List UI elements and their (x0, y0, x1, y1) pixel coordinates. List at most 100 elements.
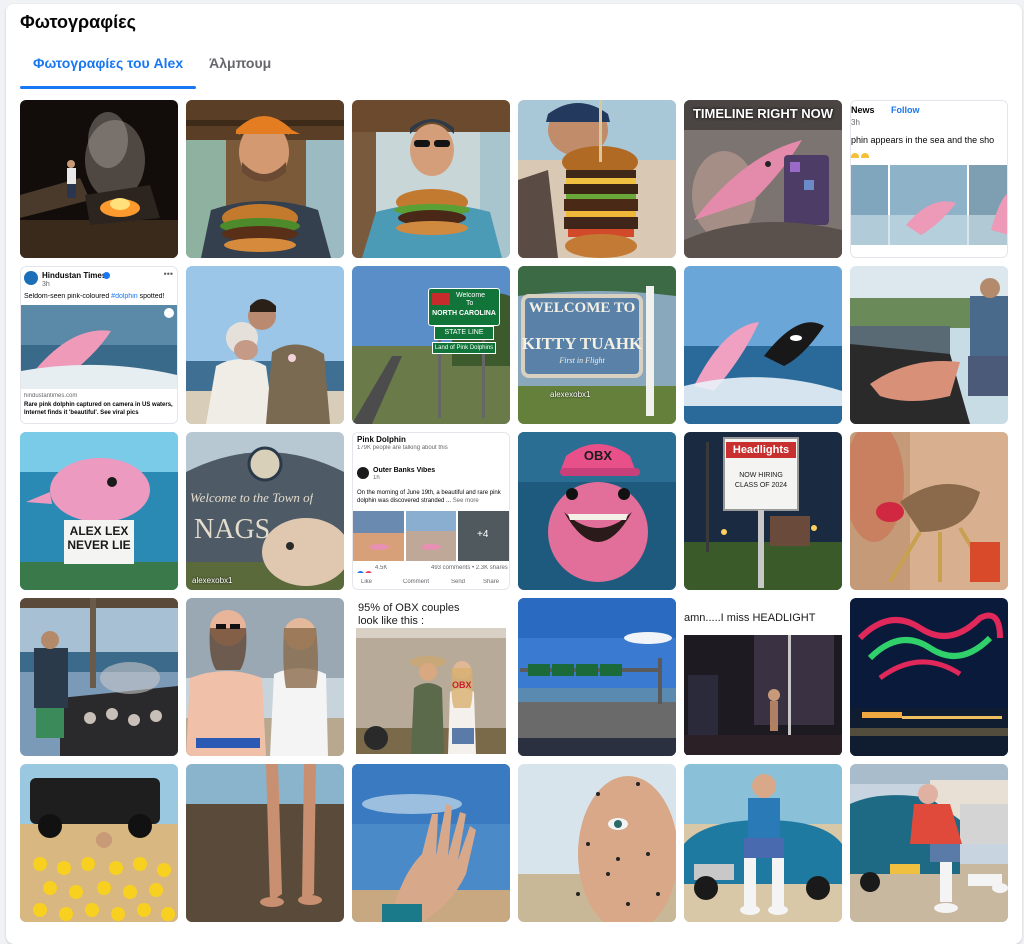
photo-burger-man-3[interactable] (518, 100, 676, 258)
nc-sign-to: To (466, 300, 474, 307)
kitty-sign-line3: First in Flight (559, 356, 605, 365)
photo-hindustan-times-post[interactable]: Hindustan Times ••• 3h Seldom-seen pink-… (20, 266, 178, 424)
photo-nags-welcome-sign[interactable]: Welcome to the Town of NAGS alexexobx1 (186, 432, 344, 590)
group-meta: 179K people are talking about this (357, 445, 448, 451)
kitty-sign-line2: KITTY TUAHK (521, 334, 643, 353)
ht-source: Hindustan Times (42, 271, 107, 280)
photo-grid: TIMELINE RIGHT NOW News Follow 3h phin a… (20, 100, 1008, 922)
more-options-icon[interactable]: ••• (164, 269, 173, 279)
photo-headlights-sign[interactable]: Headlights NOW HIRING CLASS OF 2024 (684, 432, 842, 590)
photo-bonfire-night[interactable] (20, 100, 178, 258)
headlights-sign-line3: CLASS OF 2024 (734, 482, 788, 489)
headlights-sign-line2: NOW HIRING (739, 472, 783, 479)
big-burger-image (518, 100, 676, 258)
photo-timeline-meme[interactable]: TIMELINE RIGHT NOW (684, 100, 842, 258)
miss-headlights-caption: amn.....I miss HEADLIGHT (684, 612, 816, 624)
meme-headline: TIMELINE RIGHT NOW (692, 106, 834, 121)
news-text: phin appears in the sea and the sho (851, 135, 995, 145)
dolphin-sign-text: ALEX LEX NEVER LIE (67, 524, 131, 552)
photo-highway-signs[interactable] (518, 598, 676, 756)
news-source: News (851, 105, 875, 115)
nags-sign-line1: Welcome to the Town of (190, 490, 314, 505)
pointing-emoji (851, 148, 891, 158)
burger-man-image (186, 100, 344, 258)
ht-post-pre: Seldom-seen pink-coloured (24, 293, 112, 300)
nc-sign-pink-dolphins: Land of Pink Dolphins (432, 342, 496, 354)
nc-sign-welcome: Welcome (456, 292, 486, 299)
photo-oyster-grill[interactable] (20, 598, 178, 756)
nags-watermark: alexexobx1 (192, 576, 233, 585)
nc-sign-state: NORTH CAROLINA (432, 310, 496, 317)
reaction-icons (357, 565, 373, 573)
tab-albums[interactable]: Άλμπουμ (196, 42, 284, 88)
bonfire-image (20, 100, 178, 258)
kitty-watermark: alexexobx1 (550, 390, 591, 399)
obv-age: 1h (373, 475, 380, 481)
crab-eater-image (850, 432, 1008, 590)
grill-fish-image (850, 266, 1008, 424)
photo-face-bugs[interactable] (518, 764, 676, 922)
photo-miss-headlights-meme[interactable]: amn.....I miss HEADLIGHT (684, 598, 842, 756)
hand-sky-image (352, 764, 510, 922)
meme-caption-line1: 95% of OBX couples (358, 602, 460, 614)
photo-old-man-car-1[interactable] (684, 764, 842, 922)
photo-grill-fish[interactable] (850, 266, 1008, 424)
obv-post-body: On the morning of June 19th, a beautiful… (357, 490, 501, 504)
kitty-sign-line1: WELCOME TO (528, 300, 636, 316)
photo-crab-eater[interactable] (850, 432, 1008, 590)
photo-beach-legs[interactable] (186, 764, 344, 922)
dolphin-meme-image (684, 100, 842, 258)
dolphin-cap-text: OBX (583, 448, 613, 463)
photo-hand-sky[interactable] (352, 764, 510, 922)
ht-headline[interactable]: Rare pink dolphin captured on camera in … (24, 401, 174, 417)
obv-action-comment[interactable]: Comment (403, 579, 429, 585)
ht-domain: hindustantimes.com (24, 393, 78, 399)
club-image (684, 635, 842, 755)
old-man-car-street-image (850, 764, 1008, 922)
meme-caption-line2: look like this : (358, 615, 425, 627)
obv-reaction-count: 4.5K (375, 565, 388, 571)
photo-old-man-car-2[interactable] (850, 764, 1008, 922)
section-title: Φωτογραφίες (20, 12, 136, 32)
photo-kiss-couple[interactable] (186, 266, 344, 424)
follow-link[interactable]: Follow (891, 105, 920, 115)
nc-sign-state-line: STATE LINE (434, 326, 494, 340)
photo-burger-man-1[interactable] (186, 100, 344, 258)
tab-alex-photos[interactable]: Φωτογραφίες του Alex (20, 42, 197, 89)
dolphin-orca-image (684, 266, 842, 424)
ht-hashtag[interactable]: #dolphin (111, 293, 137, 300)
news-photos (851, 165, 1007, 245)
beach-legs-image (186, 764, 344, 922)
hillbilly-couple-image (356, 628, 506, 754)
nags-sign-line2: NAGS (194, 514, 271, 545)
photo-kitty-tuahk-sign[interactable]: WELCOME TO KITTY TUAHK First in Flight a… (518, 266, 676, 424)
obv-action-share[interactable]: Share (483, 579, 499, 585)
photo-rubber-ducks-jeep[interactable] (20, 764, 178, 922)
obv-action-send[interactable]: Send (451, 579, 465, 585)
photo-burger-man-2[interactable] (352, 100, 510, 258)
photo-dolphin-sign[interactable]: ALEX LEX NEVER LIE (20, 432, 178, 590)
obv-page-name[interactable]: Outer Banks Vibes (373, 467, 435, 474)
obv-more-photos[interactable]: +4 (477, 529, 488, 540)
photo-tabs: Φωτογραφίες του Alex Άλμπουμ (20, 42, 284, 89)
photo-pier-squiggle[interactable] (850, 598, 1008, 756)
obv-stats: 493 comments • 2.3K shares (431, 565, 508, 571)
nc-flag-icon (432, 293, 450, 305)
underwater-dolphin-image (20, 432, 178, 590)
verified-icon (103, 272, 110, 279)
photo-news-dolphin-screenshot[interactable]: News Follow 3h phin appears in the sea a… (850, 100, 1008, 258)
see-more-link[interactable]: See more (453, 498, 479, 504)
oyster-grill-image (20, 598, 178, 756)
photo-beach-couple[interactable] (186, 598, 344, 756)
headlights-sign-line1: Headlights (726, 442, 796, 458)
nags-sign-image (186, 432, 344, 590)
meme-shirt-text: OBX (452, 680, 472, 690)
photo-dolphin-cap[interactable]: OBX (518, 432, 676, 590)
photo-obx-couples-meme[interactable]: 95% of OBX couples look like this : OBX (352, 598, 510, 756)
photo-dolphin-orca[interactable] (684, 266, 842, 424)
photo-nc-welcome-sign[interactable]: Welcome To NORTH CAROLINA STATE LINE Lan… (352, 266, 510, 424)
obv-action-like[interactable]: Like (361, 579, 372, 585)
photo-outer-banks-post[interactable]: Pink Dolphin 179K people are talking abo… (352, 432, 510, 590)
photos-section: Φωτογραφίες Φωτογραφίες του Alex Άλμπουμ (6, 4, 1022, 944)
burger-man-sunglasses-image (352, 100, 510, 258)
